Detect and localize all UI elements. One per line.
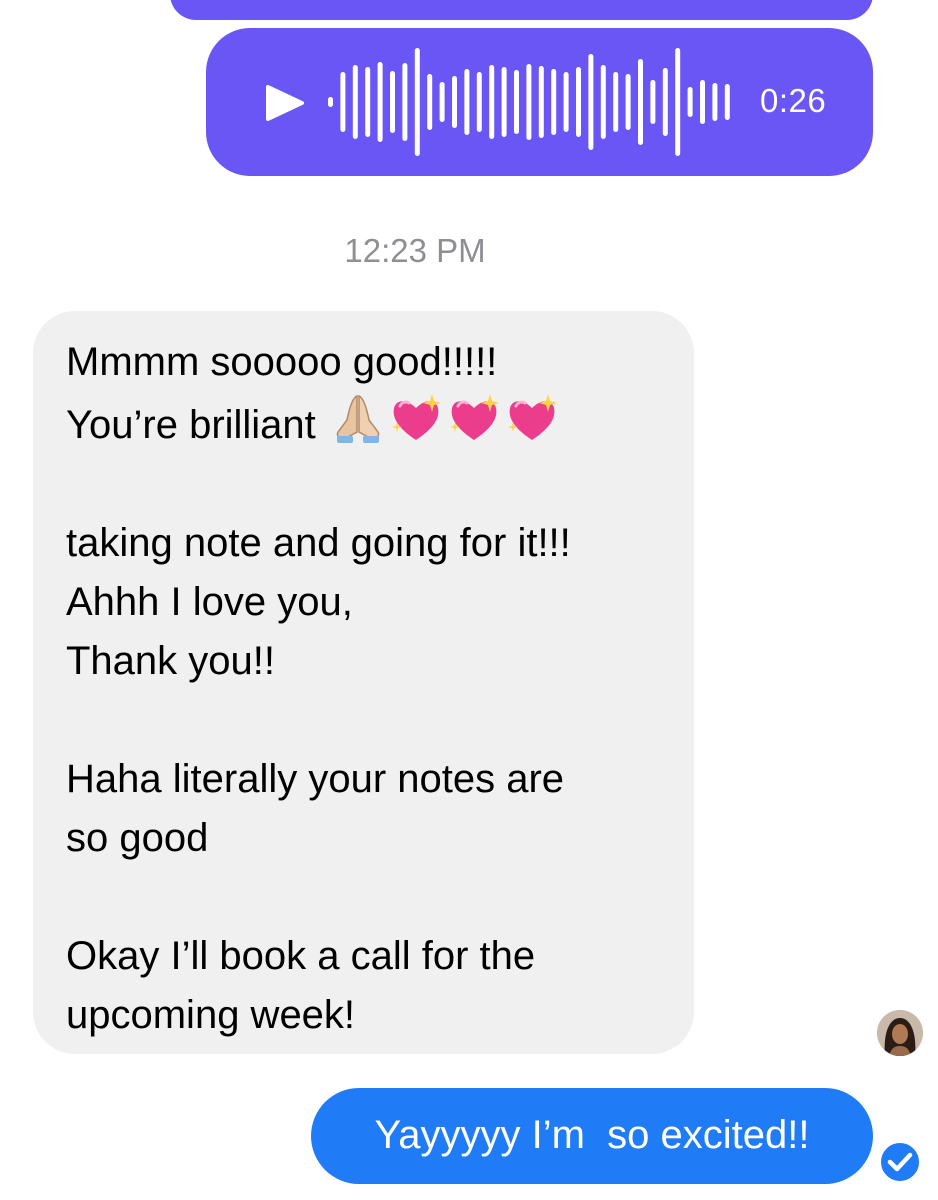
waveform-bar (600, 65, 606, 139)
previous-message-bubble[interactable] (170, 0, 873, 20)
avatar-photo (877, 1010, 923, 1056)
voice-message-bubble[interactable]: 0:26 (206, 28, 873, 176)
message-line: upcoming week! (66, 993, 356, 1037)
message-line: Haha literally your notes are (66, 757, 565, 801)
waveform-bar (427, 74, 433, 130)
emoji-row (330, 392, 560, 444)
waveform-bar (328, 97, 333, 107)
waveform-bar (650, 80, 656, 124)
message-line: taking note and going for it!!! (66, 521, 571, 565)
waveform-bar (377, 62, 383, 142)
message-line: so good (66, 816, 209, 860)
voice-duration: 0:26 (760, 82, 827, 119)
waveform-bar (588, 54, 594, 150)
waveform-bar (625, 74, 631, 130)
message-timestamp: 12:23 PM (344, 232, 486, 269)
message-line: Thank you!! (66, 639, 276, 683)
waveform-bar (687, 87, 693, 117)
message-line: You’re brilliant (66, 403, 316, 447)
waveform-bar (414, 48, 420, 156)
waveform-bar (402, 63, 408, 141)
waveform-bar (489, 65, 495, 139)
sent-message-bubble[interactable]: Yayyyyy I’m so excited!! (311, 1088, 873, 1184)
waveform-bar (638, 59, 643, 145)
waveform-bar (352, 65, 358, 139)
waveform-bar (390, 71, 395, 133)
audio-waveform[interactable] (324, 48, 739, 156)
waveform-bar (365, 67, 371, 137)
waveform-bar (476, 72, 482, 132)
play-icon[interactable] (262, 83, 306, 123)
sparkling-heart-icon (507, 394, 557, 440)
waveform-bar (340, 72, 346, 132)
waveform-bar (724, 84, 730, 120)
waveform-bar (712, 83, 718, 121)
waveform-bar (526, 64, 532, 140)
waveform-bar (700, 80, 705, 124)
message-line: Ahhh I love you, (66, 580, 353, 624)
sent-message-text: Yayyyyy I’m so excited!! (374, 1113, 810, 1157)
waveform-bar (452, 76, 457, 128)
waveform-bar (501, 67, 507, 137)
folded-hands-icon (336, 394, 380, 443)
waveform-bar (439, 82, 445, 122)
waveform-bar (551, 69, 557, 135)
waveform-bar (514, 70, 519, 134)
waveform-bar (675, 48, 681, 156)
received-message-text: Mmmm sooooo good!!!!! You’re brilliant t… (66, 333, 676, 1045)
sparkling-heart-icon (449, 394, 499, 440)
waveform-bar (662, 68, 668, 136)
message-line: Mmmm sooooo good!!!!! (66, 340, 498, 384)
waveform-bar (538, 66, 544, 138)
message-line: Okay I’ll book a call for the (66, 934, 536, 978)
waveform-bar (576, 67, 581, 137)
waveform-bar (563, 72, 569, 132)
contact-avatar[interactable] (877, 1010, 923, 1056)
received-message-bubble[interactable]: Mmmm sooooo good!!!!! You’re brilliant t… (33, 311, 694, 1054)
waveform-bar (464, 69, 470, 135)
waveform-bar (613, 72, 619, 132)
sparkling-heart-icon (391, 394, 441, 440)
read-check-icon (879, 1141, 921, 1183)
